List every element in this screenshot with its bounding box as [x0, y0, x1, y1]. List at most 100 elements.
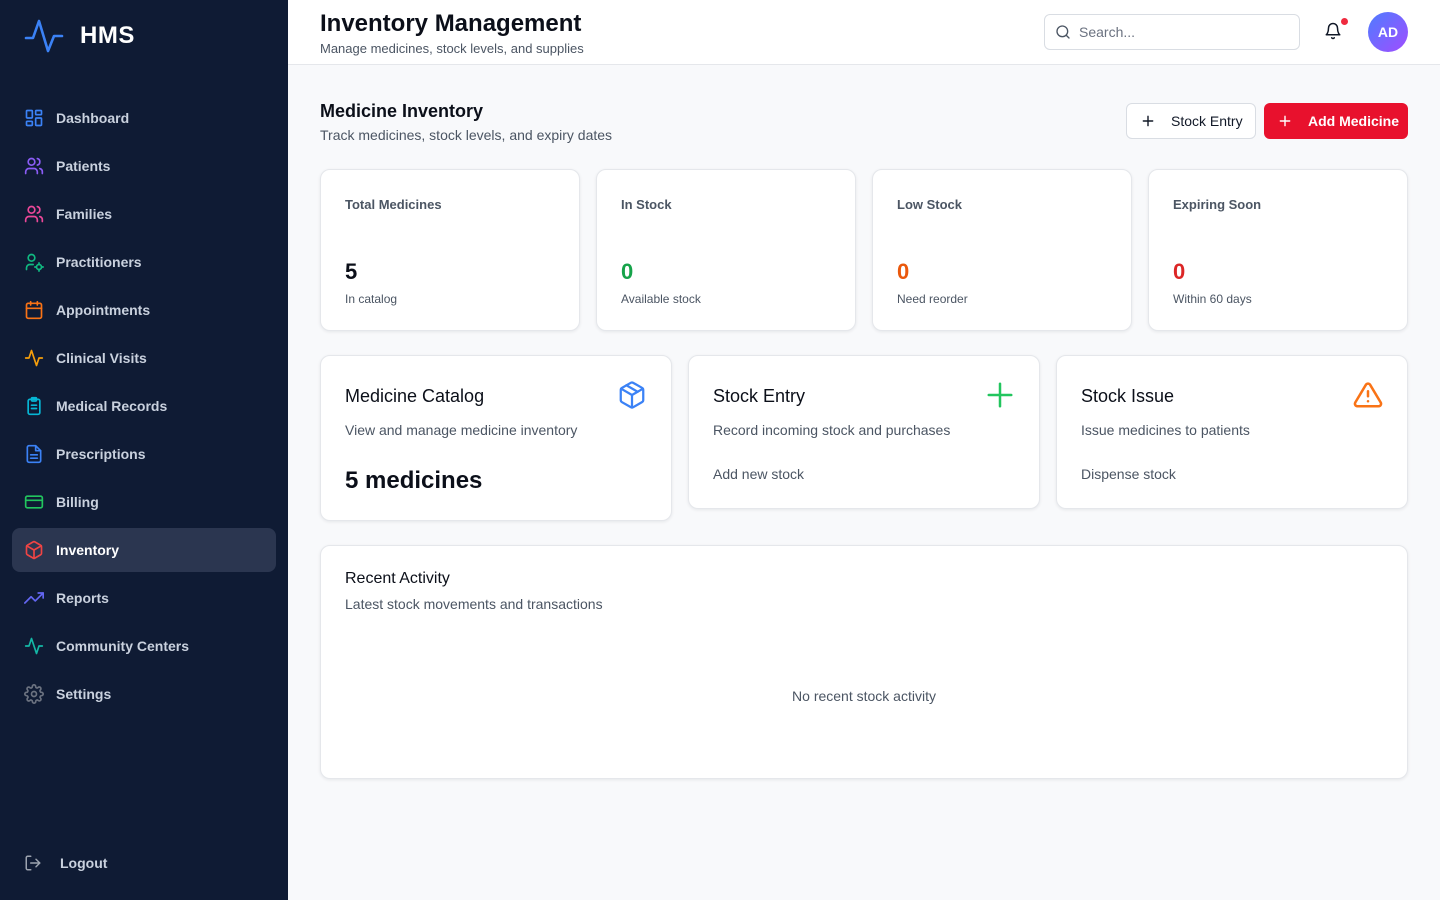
sidebar-item-label: Appointments	[56, 302, 151, 318]
notifications-button[interactable]	[1324, 22, 1344, 42]
sidebar-item-label: Settings	[56, 686, 112, 702]
sidebar: HMS Dashboard Patients Families Practiti…	[0, 0, 288, 900]
sidebar-item-community-centers[interactable]: Community Centers	[12, 624, 276, 668]
stock-entry-button-label: Stock Entry	[1171, 113, 1243, 129]
clipboard-icon	[24, 396, 44, 416]
sidebar-item-practitioners[interactable]: Practitioners	[12, 240, 276, 284]
activity-icon	[24, 348, 44, 368]
sidebar-item-clinical-visits[interactable]: Clinical Visits	[12, 336, 276, 380]
sidebar-item-label: Families	[56, 206, 113, 222]
search-icon	[1056, 25, 1070, 39]
sidebar-item-label: Billing	[56, 494, 99, 510]
sidebar-item-label: Practitioners	[56, 254, 142, 270]
package-icon	[24, 540, 44, 560]
stock-issue-card[interactable]: Stock Issue Issue medicines to patients …	[1056, 355, 1408, 509]
stock-entry-card[interactable]: Stock Entry Record incoming stock and pu…	[688, 355, 1040, 509]
stat-card-in-stock: In Stock 0 Available stock	[596, 169, 856, 331]
users-icon	[24, 204, 44, 224]
feature-description: View and manage medicine inventory	[345, 422, 578, 438]
add-medicine-button-label: Add Medicine	[1308, 113, 1400, 129]
sidebar-item-label: Clinical Visits	[56, 350, 147, 366]
sidebar-item-label: Reports	[56, 590, 109, 606]
sidebar-item-inventory[interactable]: Inventory	[12, 528, 276, 572]
bell-icon	[1325, 22, 1341, 40]
sidebar-item-label: Community Centers	[56, 638, 190, 654]
activity-logo-icon	[24, 19, 64, 53]
stat-note: Within 60 days	[1173, 292, 1252, 306]
top-header: Inventory Management Manage medicines, s…	[288, 0, 1440, 65]
dispense-stock-link[interactable]: Dispense stock	[1081, 466, 1176, 482]
sidebar-nav: Dashboard Patients Families Practitioner…	[12, 96, 276, 720]
sidebar-item-reports[interactable]: Reports	[12, 576, 276, 620]
sidebar-item-billing[interactable]: Billing	[12, 480, 276, 524]
users-icon	[24, 156, 44, 176]
feature-title: Stock Issue	[1081, 386, 1175, 406]
sidebar-item-label: Prescriptions	[56, 446, 146, 462]
stat-label: Low Stock	[897, 197, 963, 212]
plus-icon	[985, 380, 1015, 410]
stat-label: Expiring Soon	[1173, 197, 1262, 212]
plus-icon	[1279, 115, 1291, 127]
feature-description: Issue medicines to patients	[1081, 422, 1250, 438]
stat-note: Available stock	[621, 292, 701, 306]
credit-card-icon	[24, 492, 44, 512]
sidebar-item-dashboard[interactable]: Dashboard	[12, 96, 276, 140]
calendar-icon	[24, 300, 44, 320]
section-title: Medicine Inventory	[320, 101, 484, 121]
notification-badge	[1341, 18, 1348, 25]
sidebar-item-label: Inventory	[56, 542, 120, 558]
stat-card-low-stock: Low Stock 0 Need reorder	[872, 169, 1132, 331]
sidebar-item-label: Medical Records	[56, 398, 168, 414]
activity-icon	[24, 636, 44, 656]
recent-activity-title: Recent Activity	[345, 570, 450, 587]
sidebar-item-prescriptions[interactable]: Prescriptions	[12, 432, 276, 476]
logout-label: Logout	[60, 855, 108, 871]
recent-activity-subtitle: Latest stock movements and transactions	[345, 596, 603, 612]
stock-entry-button[interactable]: Stock Entry	[1126, 103, 1256, 139]
gear-icon	[24, 684, 44, 704]
feature-title: Stock Entry	[713, 386, 806, 406]
sidebar-item-families[interactable]: Families	[12, 192, 276, 236]
search-box[interactable]	[1044, 14, 1300, 50]
file-text-icon	[24, 444, 44, 464]
stat-value: 5	[345, 259, 358, 284]
stat-card-total-medicines: Total Medicines 5 In catalog	[320, 169, 580, 331]
search-input[interactable]	[1079, 24, 1279, 40]
add-new-stock-link[interactable]: Add new stock	[713, 466, 804, 482]
section-subtitle: Track medicines, stock levels, and expir…	[320, 127, 613, 143]
feature-description: Record incoming stock and purchases	[713, 422, 951, 438]
user-avatar[interactable]: AD	[1368, 12, 1408, 52]
sidebar-item-medical-records[interactable]: Medical Records	[12, 384, 276, 428]
stat-value: 0	[1173, 259, 1186, 284]
sidebar-item-label: Patients	[56, 158, 111, 174]
stat-card-expiring-soon: Expiring Soon 0 Within 60 days	[1148, 169, 1408, 331]
add-medicine-button[interactable]: Add Medicine	[1264, 103, 1408, 139]
alert-triangle-icon	[1353, 380, 1383, 410]
page-subtitle: Manage medicines, stock levels, and supp…	[320, 41, 584, 56]
medicine-count: 5 medicines	[345, 467, 483, 494]
user-cog-icon	[24, 252, 44, 272]
page-title: Inventory Management	[320, 10, 582, 37]
logout-icon	[25, 855, 41, 871]
brand[interactable]: HMS	[24, 16, 135, 56]
empty-state-text: No recent stock activity	[792, 688, 936, 704]
stat-value: 0	[621, 259, 634, 284]
app-name: HMS	[80, 22, 135, 49]
stat-value: 0	[897, 259, 910, 284]
plus-icon	[1142, 115, 1154, 127]
trending-up-icon	[24, 588, 44, 608]
stat-label: Total Medicines	[345, 197, 442, 212]
sidebar-item-settings[interactable]: Settings	[12, 672, 276, 716]
logout-button[interactable]: Logout	[24, 854, 107, 872]
dashboard-grid-icon	[24, 108, 44, 128]
stat-label: In Stock	[621, 197, 672, 212]
sidebar-item-label: Dashboard	[56, 110, 130, 126]
stat-note: Need reorder	[897, 292, 968, 306]
package-icon	[617, 380, 647, 410]
sidebar-item-appointments[interactable]: Appointments	[12, 288, 276, 332]
sidebar-item-patients[interactable]: Patients	[12, 144, 276, 188]
feature-title: Medicine Catalog	[345, 386, 485, 406]
recent-activity-card: Recent Activity Latest stock movements a…	[320, 545, 1408, 779]
medicine-catalog-card[interactable]: Medicine Catalog View and manage medicin…	[320, 355, 672, 521]
stat-note: In catalog	[345, 292, 398, 306]
